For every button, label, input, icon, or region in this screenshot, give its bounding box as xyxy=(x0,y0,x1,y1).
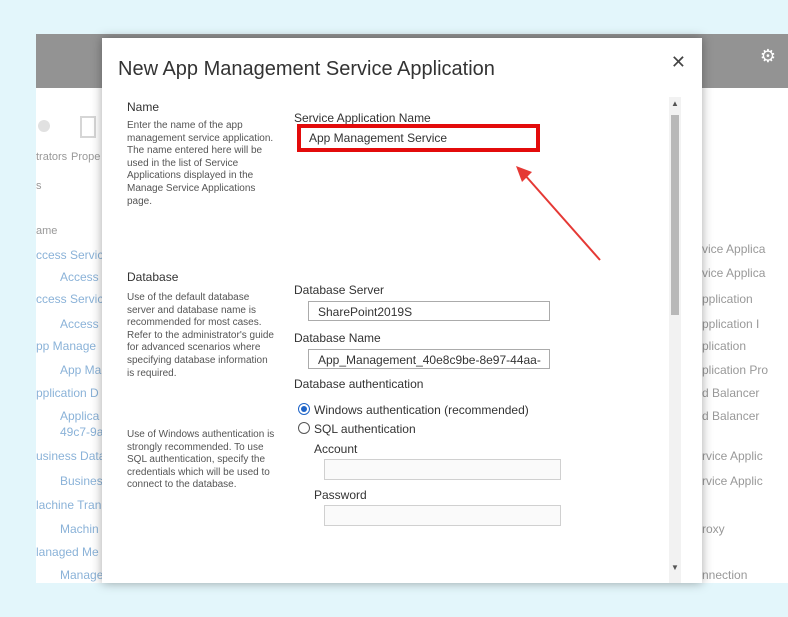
dialog-scrollbar[interactable]: ▲ ▼ xyxy=(669,97,681,583)
database-server-label: Database Server xyxy=(294,283,385,297)
scroll-down-icon[interactable]: ▼ xyxy=(669,561,681,575)
database-section-description: Use of the default database server and d… xyxy=(127,292,274,379)
password-input[interactable] xyxy=(324,505,561,526)
database-name-input[interactable]: App_Management_40e8c9be-8e97-44aa- xyxy=(308,349,550,369)
windows-auth-radio[interactable]: Windows authentication (recommended) xyxy=(298,403,529,417)
database-name-label: Database Name xyxy=(294,331,381,345)
account-input[interactable] xyxy=(324,459,561,480)
highlight-box xyxy=(297,124,540,152)
scroll-up-icon[interactable]: ▲ xyxy=(669,97,681,111)
radio-unchecked-icon xyxy=(298,422,310,434)
name-section-description: Enter the name of the app management ser… xyxy=(127,120,274,207)
password-label: Password xyxy=(314,488,367,502)
database-section-heading: Database xyxy=(127,270,179,284)
windows-auth-label: Windows authentication (recommended) xyxy=(314,403,529,417)
scroll-thumb[interactable] xyxy=(671,115,679,315)
database-server-input[interactable]: SharePoint2019S xyxy=(308,301,550,321)
authentication-description: Use of Windows authentication is strongl… xyxy=(127,429,275,491)
name-section-heading: Name xyxy=(127,100,160,114)
dialog-title: New App Management Service Application xyxy=(118,58,495,80)
database-auth-label: Database authentication xyxy=(294,377,424,391)
new-app-management-dialog: New App Management Service Application ✕… xyxy=(102,38,702,583)
radio-checked-icon xyxy=(298,403,310,415)
annotation-arrow-icon xyxy=(516,166,601,261)
sql-auth-radio[interactable]: SQL authentication xyxy=(298,422,416,436)
sql-auth-label: SQL authentication xyxy=(314,422,416,436)
close-icon[interactable]: ✕ xyxy=(671,52,686,73)
account-label: Account xyxy=(314,442,358,456)
service-app-name-label: Service Application Name xyxy=(294,111,431,125)
